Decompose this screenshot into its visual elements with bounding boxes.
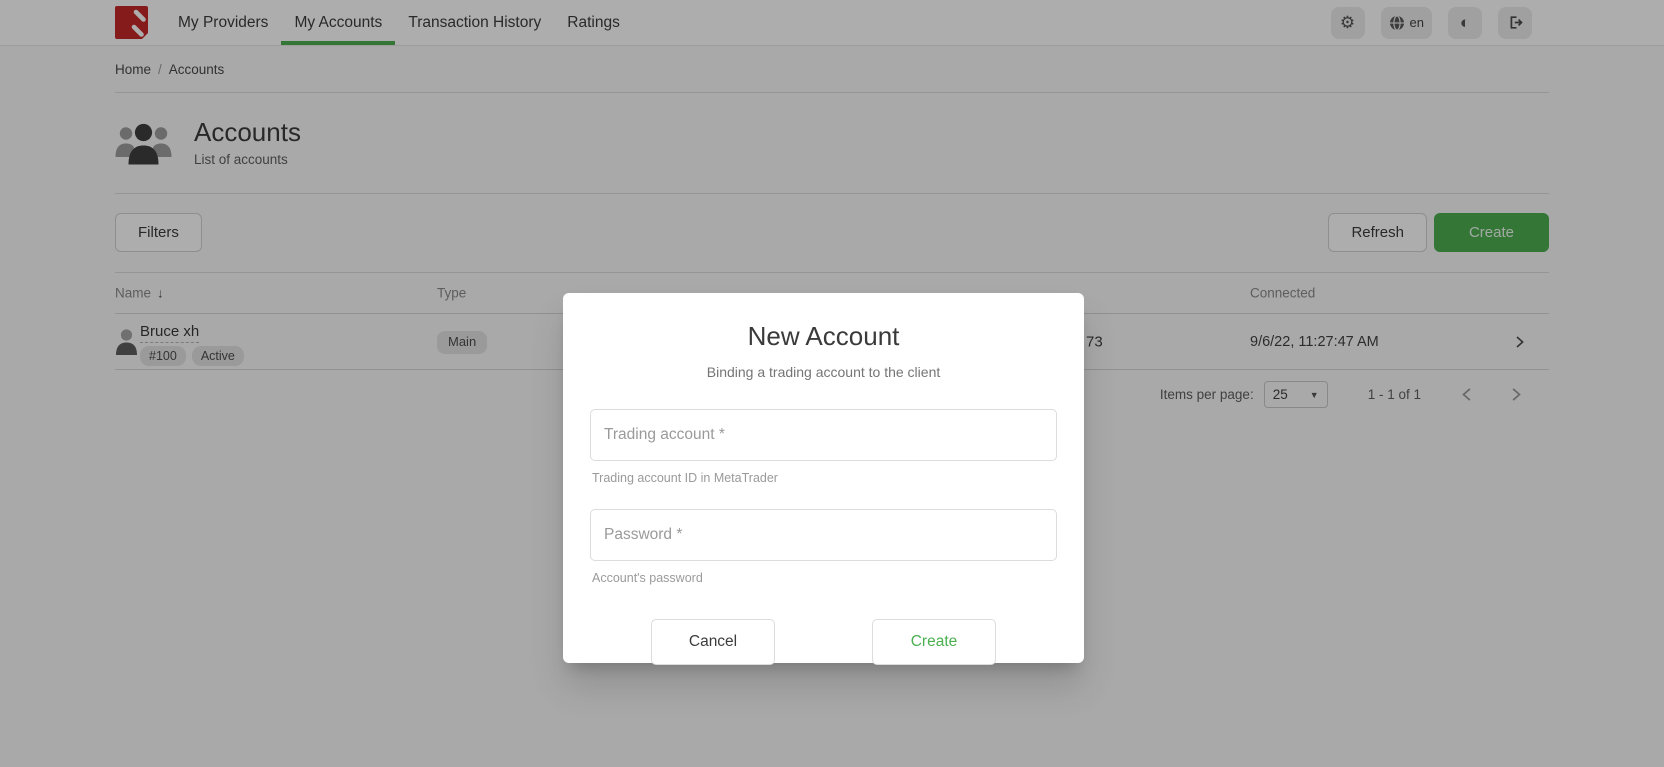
- dialog-subtitle: Binding a trading account to the client: [590, 364, 1057, 380]
- trading-account-field-group: Trading account ID in MetaTrader: [590, 409, 1057, 485]
- new-account-dialog: New Account Binding a trading account to…: [563, 293, 1084, 663]
- trading-account-input[interactable]: [590, 409, 1057, 461]
- password-hint: Account's password: [592, 571, 1057, 585]
- trading-account-hint: Trading account ID in MetaTrader: [592, 471, 1057, 485]
- dialog-cancel-button[interactable]: Cancel: [651, 619, 775, 665]
- dialog-title: New Account: [590, 321, 1057, 352]
- password-field-group: Account's password: [590, 509, 1057, 585]
- dialog-create-button[interactable]: Create: [872, 619, 996, 665]
- dialog-actions: Cancel Create: [590, 619, 1057, 665]
- password-input[interactable]: [590, 509, 1057, 561]
